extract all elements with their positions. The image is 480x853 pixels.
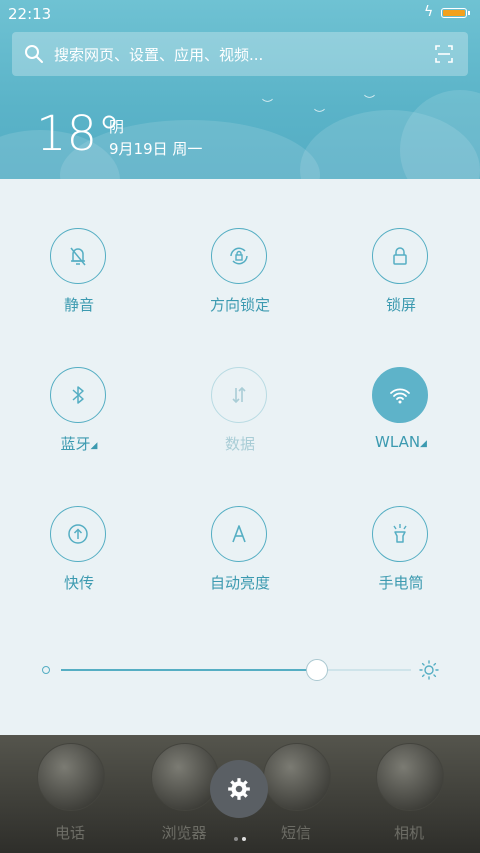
menu-corner-icon: ◢ <box>90 441 98 451</box>
weather-header: ︶ ︶ ︶ 22:13 ϟ 搜索网页、设置、应用、视频... 18° 阴 9月1… <box>0 0 480 180</box>
toggle-quick-share[interactable]: 快传 <box>19 506 139 616</box>
dock-app-label: 相机 <box>393 824 424 842</box>
lock-icon <box>393 247 407 265</box>
page-dot-active <box>242 837 246 841</box>
bird-icon: ︶ <box>262 98 273 111</box>
toggle-silent-label: 静音 <box>63 296 94 314</box>
toggle-lock-screen-button[interactable] <box>372 228 428 284</box>
bell-off-icon <box>70 247 86 266</box>
toggle-lock-screen[interactable]: 锁屏 <box>341 228 461 338</box>
flashlight-icon <box>393 524 407 543</box>
search-placeholder: 搜索网页、设置、应用、视频... <box>54 46 264 64</box>
toggle-wlan-label-row: WLAN◢ <box>341 433 461 451</box>
toggle-wlan[interactable]: WLAN◢ <box>341 367 461 477</box>
quick-share-icon <box>68 524 88 544</box>
toggle-auto-brightness-button[interactable] <box>211 506 267 562</box>
brightness-slider-fill <box>61 669 317 671</box>
toggle-wlan-button[interactable] <box>372 367 428 423</box>
rotation-lock-icon <box>230 247 248 265</box>
search-bar[interactable]: 搜索网页、设置、应用、视频... <box>12 32 468 76</box>
weather-condition: 阴 <box>109 118 125 136</box>
auto-brightness-icon <box>232 525 246 543</box>
bird-icon: ︶ <box>364 94 375 107</box>
mobile-data-icon <box>232 386 246 404</box>
toggle-rotation-lock[interactable]: 方向锁定 <box>180 228 300 338</box>
settings-button[interactable] <box>210 760 268 818</box>
toggle-auto-brightness[interactable]: 自动亮度 <box>180 506 300 616</box>
toggle-auto-brightness-label: 自动亮度 <box>209 574 270 592</box>
camera-app-icon[interactable] <box>376 743 444 811</box>
bolt-icon: ϟ <box>424 4 434 20</box>
toggle-silent[interactable]: 静音 <box>19 228 139 338</box>
toggle-rotation-lock-label: 方向锁定 <box>209 296 270 314</box>
browser-app-icon[interactable] <box>151 743 219 811</box>
dock-app-label: 电话 <box>54 824 85 842</box>
toggle-quick-share-label: 快传 <box>63 574 94 592</box>
menu-corner-icon: ◢ <box>420 439 427 449</box>
wifi-icon <box>390 388 410 404</box>
toggle-silent-button[interactable] <box>50 228 106 284</box>
phone-app-icon[interactable] <box>37 743 105 811</box>
cloud-shape <box>400 90 480 180</box>
battery-tip <box>468 11 470 15</box>
status-time: 22:13 <box>8 5 52 23</box>
battery-level <box>443 10 465 16</box>
sun-icon <box>419 660 439 680</box>
scan-icon[interactable] <box>434 44 454 64</box>
status-bar: 22:13 ϟ <box>0 0 480 28</box>
bird-icon: ︶ <box>314 108 325 121</box>
dock-app-label: 浏览器 <box>161 824 207 842</box>
toggle-mobile-data-button[interactable] <box>211 367 267 423</box>
dock-app-camera[interactable]: 相机 <box>359 735 459 845</box>
search-icon <box>25 45 43 63</box>
toggle-bluetooth-button[interactable] <box>50 367 106 423</box>
toggle-wlan-label: WLAN <box>375 433 421 451</box>
toggle-mobile-data[interactable]: 数据 <box>180 367 300 477</box>
dim-icon <box>42 666 50 674</box>
quick-settings-panel: 静音 方向锁定 锁屏 蓝牙◢ 数据 WLAN◢ 快传 自动亮度 手电筒 <box>0 179 480 735</box>
toggle-flashlight-label: 手电筒 <box>378 574 424 592</box>
dock-app-phone[interactable]: 电话 <box>20 735 120 845</box>
brightness-slider-handle[interactable] <box>305 659 328 681</box>
weather-date: 9月19日 周一 <box>109 140 203 158</box>
toggle-quick-share-button[interactable] <box>50 506 106 562</box>
page-dot <box>234 837 238 841</box>
toggle-bluetooth-label: 蓝牙 <box>60 435 91 453</box>
toggle-flashlight-button[interactable] <box>372 506 428 562</box>
page-indicator <box>232 826 248 845</box>
toggle-flashlight[interactable]: 手电筒 <box>341 506 461 616</box>
toggle-bluetooth-label-row: 蓝牙◢ <box>19 433 139 454</box>
bluetooth-icon <box>72 386 84 404</box>
toggle-mobile-data-label: 数据 <box>224 435 255 453</box>
toggle-bluetooth[interactable]: 蓝牙◢ <box>19 367 139 477</box>
toggle-rotation-lock-button[interactable] <box>211 228 267 284</box>
gear-icon <box>228 778 250 800</box>
messages-app-icon[interactable] <box>263 743 331 811</box>
battery-icon <box>441 8 467 18</box>
dock-app-label: 短信 <box>280 824 311 842</box>
toggle-lock-screen-label: 锁屏 <box>385 296 416 314</box>
